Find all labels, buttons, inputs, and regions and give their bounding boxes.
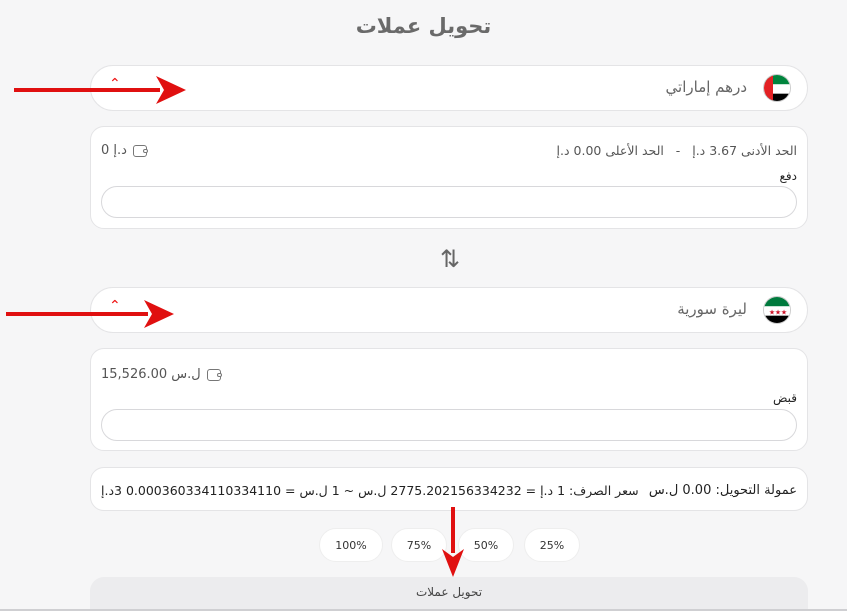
- uae-flag-icon: [763, 74, 791, 102]
- to-currency-selector[interactable]: ★ ★ ★ ليرة سورية ⌃: [90, 287, 808, 333]
- from-balance: 0 د.إ: [101, 143, 148, 158]
- to-currency-name: ليرة سورية: [677, 300, 747, 318]
- to-balance-value: 15,526.00 ل.س: [101, 367, 201, 382]
- receive-label: قبض: [772, 391, 797, 405]
- swap-vertical-icon[interactable]: ⇅: [437, 244, 463, 274]
- wallet-icon: [132, 144, 148, 157]
- from-currency-selector[interactable]: درهم إماراتي ⌃: [90, 65, 808, 111]
- wallet-icon: [206, 368, 222, 381]
- pay-amount-input[interactable]: [101, 186, 797, 218]
- annotation-arrow-icon: [6, 300, 174, 328]
- annotation-arrow-icon: [14, 76, 186, 104]
- exchange-rate: سعر الصرف: 1 د.إ = 2775.202156334232 ل.س…: [101, 483, 639, 498]
- from-amount-card: الحد الأدنى 3.67 د.إ - الحد الأعلى 0.00 …: [90, 126, 808, 229]
- annotation-arrow-icon: [442, 507, 464, 577]
- receive-amount-input[interactable]: [101, 409, 797, 441]
- conversion-fee: عمولة التحويل: 0.00 ل.س: [648, 483, 797, 498]
- convert-button[interactable]: تحويل عملات: [90, 577, 808, 611]
- page-title: تحويل عملات: [355, 14, 492, 38]
- from-balance-value: 0 د.إ: [101, 143, 127, 158]
- limits-separator: -: [675, 143, 681, 158]
- svg-text:★: ★: [781, 308, 787, 316]
- pay-label: دفع: [779, 169, 797, 183]
- limits-text: الحد الأدنى 3.67 د.إ - الحد الأعلى 0.00 …: [557, 143, 797, 158]
- min-limit: الحد الأدنى 3.67 د.إ: [692, 143, 797, 158]
- max-limit: الحد الأعلى 0.00 د.إ: [556, 143, 664, 158]
- to-balance: 15,526.00 ل.س: [101, 367, 222, 382]
- to-amount-card: 15,526.00 ل.س قبض: [90, 348, 808, 451]
- percent-25-button[interactable]: 25%: [524, 528, 580, 562]
- syria-flag-icon: ★ ★ ★: [763, 296, 791, 324]
- percent-100-button[interactable]: 100%: [319, 528, 383, 562]
- from-currency-name: درهم إماراتي: [665, 78, 747, 96]
